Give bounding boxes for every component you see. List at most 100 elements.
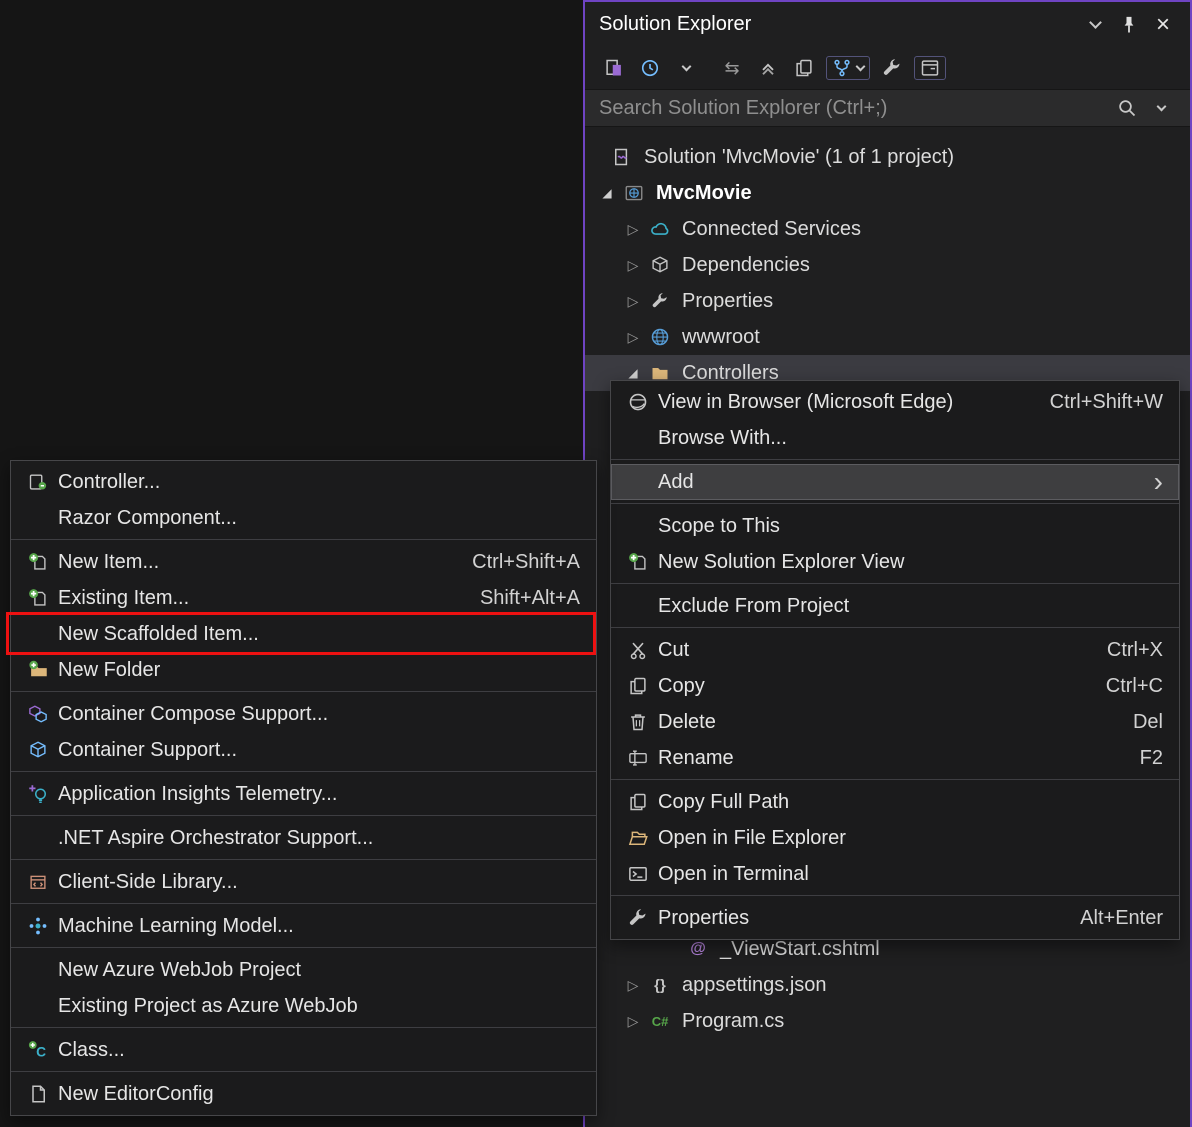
menu-item-open-in-file-explorer[interactable]: Open in File Explorer xyxy=(611,820,1179,856)
menu-item-label: Application Insights Telemetry... xyxy=(58,782,338,805)
tree-item-dependencies[interactable]: ▷ Dependencies xyxy=(585,247,1190,283)
menu-item-add[interactable]: Add › xyxy=(611,464,1179,500)
menu-separator xyxy=(611,583,1179,584)
preview-selected-group[interactable] xyxy=(914,56,946,80)
menu-separator xyxy=(11,815,596,816)
submenu-item-existing-project-as-azure-webjob[interactable]: Existing Project as Azure WebJob xyxy=(11,988,596,1024)
menu-item-shortcut: Del xyxy=(1132,710,1163,733)
menu-item-view-in-browser[interactable]: View in Browser (Microsoft Edge) Ctrl+Sh… xyxy=(611,384,1179,420)
window-position-button[interactable] xyxy=(1078,10,1112,40)
tree-item-label: Properties xyxy=(682,289,774,312)
menu-item-shortcut: Ctrl+X xyxy=(1106,638,1163,661)
cube-icon xyxy=(25,739,51,761)
controller-icon xyxy=(25,471,51,493)
icon-placeholder xyxy=(625,595,651,617)
document-icon xyxy=(25,1083,51,1105)
menu-item-label: Open in File Explorer xyxy=(658,826,846,849)
tree-item-label: Solution 'MvcMovie' (1 of 1 project) xyxy=(644,145,954,168)
search-input[interactable] xyxy=(599,96,1110,120)
expander-expanded-icon[interactable]: ◢ xyxy=(623,366,643,380)
menu-separator xyxy=(611,895,1179,896)
menu-item-label: New Azure WebJob Project xyxy=(58,958,302,981)
menu-item-new-solution-explorer-view[interactable]: New Solution Explorer View xyxy=(611,544,1179,580)
terminal-icon xyxy=(625,863,651,885)
menu-item-copy[interactable]: Copy Ctrl+C xyxy=(611,668,1179,704)
menu-item-shortcut: Alt+Enter xyxy=(1080,906,1163,929)
submenu-item-new-folder[interactable]: New Folder xyxy=(11,652,596,688)
collapse-all-button[interactable] xyxy=(751,53,785,83)
menu-separator xyxy=(611,779,1179,780)
menu-item-label: View in Browser (Microsoft Edge) xyxy=(658,390,954,413)
existing-item-icon xyxy=(25,587,51,609)
menu-item-delete[interactable]: Delete Del xyxy=(611,704,1179,740)
submenu-arrow-icon: › xyxy=(1153,466,1163,497)
search-options-dropdown[interactable] xyxy=(1144,93,1178,123)
submenu-item-aspire-orchestrator[interactable]: .NET Aspire Orchestrator Support... xyxy=(11,820,596,856)
submenu-item-existing-item[interactable]: Existing Item... Shift+Alt+A xyxy=(11,580,596,616)
expander-collapsed-icon[interactable]: ▷ xyxy=(623,977,643,994)
submenu-item-new-azure-webjob-project[interactable]: New Azure WebJob Project xyxy=(11,952,596,988)
menu-item-label: Container Compose Support... xyxy=(58,702,329,725)
file-nesting-group[interactable] xyxy=(826,56,870,80)
close-button[interactable]: × xyxy=(1146,10,1180,40)
expander-expanded-icon[interactable]: ◢ xyxy=(597,186,617,200)
csharp-file-icon: C# xyxy=(651,1013,669,1029)
solution-icon xyxy=(611,146,633,168)
switch-views-button[interactable] xyxy=(597,53,631,83)
search-button[interactable] xyxy=(1110,93,1144,123)
expander-collapsed-icon[interactable]: ▷ xyxy=(623,293,643,310)
submenu-item-new-scaffolded-item[interactable]: New Scaffolded Item... xyxy=(11,616,596,652)
svg-text:C: C xyxy=(36,1044,46,1059)
submenu-item-machine-learning-model[interactable]: Machine Learning Model... xyxy=(11,908,596,944)
properties-toolbar-button[interactable] xyxy=(875,53,909,83)
tree-item-program-cs[interactable]: ▷ C# Program.cs xyxy=(585,1003,1190,1039)
tree-item-solution[interactable]: Solution 'MvcMovie' (1 of 1 project) xyxy=(585,139,1190,175)
menu-item-exclude-from-project[interactable]: Exclude From Project xyxy=(611,588,1179,624)
menu-item-label: Controller... xyxy=(58,470,161,493)
expander-collapsed-icon[interactable]: ▷ xyxy=(623,257,643,274)
tree-item-connected-services[interactable]: ▷ Connected Services xyxy=(585,211,1190,247)
submenu-item-new-item[interactable]: New Item... Ctrl+Shift+A xyxy=(11,544,596,580)
copy-icon xyxy=(625,791,651,813)
show-all-files-button[interactable] xyxy=(787,53,821,83)
menu-item-label: Open in Terminal xyxy=(658,862,809,885)
menu-item-label: Add xyxy=(658,470,694,493)
submenu-item-client-side-library[interactable]: Client-Side Library... xyxy=(11,864,596,900)
back-forward-button[interactable]: ⇆ xyxy=(715,53,749,83)
submenu-item-new-editorconfig[interactable]: New EditorConfig xyxy=(11,1076,596,1112)
context-menu: View in Browser (Microsoft Edge) Ctrl+Sh… xyxy=(610,380,1180,940)
tree-item-label: appsettings.json xyxy=(682,973,827,996)
menu-item-copy-full-path[interactable]: Copy Full Path xyxy=(611,784,1179,820)
submenu-item-application-insights[interactable]: Application Insights Telemetry... xyxy=(11,776,596,812)
package-icon xyxy=(649,254,671,276)
menu-item-scope-to-this[interactable]: Scope to This xyxy=(611,508,1179,544)
tree-item-label: wwwroot xyxy=(682,325,760,348)
submenu-item-container-compose-support[interactable]: Container Compose Support... xyxy=(11,696,596,732)
menu-item-label: New Solution Explorer View xyxy=(658,550,905,573)
menu-item-open-in-terminal[interactable]: Open in Terminal xyxy=(611,856,1179,892)
menu-separator xyxy=(611,627,1179,628)
menu-item-label: Scope to This xyxy=(658,514,780,537)
expander-collapsed-icon[interactable]: ▷ xyxy=(623,221,643,238)
tree-item-properties[interactable]: ▷ Properties xyxy=(585,283,1190,319)
tree-item-appsettings[interactable]: ▷ {} appsettings.json xyxy=(585,967,1190,1003)
menu-item-cut[interactable]: Cut Ctrl+X xyxy=(611,632,1179,668)
submenu-item-class[interactable]: C Class... xyxy=(11,1032,596,1068)
submenu-item-razor-component[interactable]: Razor Component... xyxy=(11,500,596,536)
menu-item-browse-with[interactable]: Browse With... xyxy=(611,420,1179,456)
close-icon: × xyxy=(1155,10,1170,38)
expander-collapsed-icon[interactable]: ▷ xyxy=(623,329,643,346)
pending-changes-filter-button[interactable] xyxy=(633,53,667,83)
pin-button[interactable] xyxy=(1112,10,1146,40)
globe-icon xyxy=(649,326,671,348)
menu-item-label: .NET Aspire Orchestrator Support... xyxy=(58,826,374,849)
menu-item-properties[interactable]: Properties Alt+Enter xyxy=(611,900,1179,936)
tree-item-wwwroot[interactable]: ▷ wwwroot xyxy=(585,319,1190,355)
new-item-icon xyxy=(25,551,51,573)
tree-item-mvcmovie[interactable]: ◢ MvcMovie xyxy=(585,175,1190,211)
pending-changes-dropdown[interactable] xyxy=(669,53,703,83)
submenu-item-controller[interactable]: Controller... xyxy=(11,464,596,500)
expander-collapsed-icon[interactable]: ▷ xyxy=(623,1013,643,1030)
menu-item-rename[interactable]: Rename F2 xyxy=(611,740,1179,776)
submenu-item-container-support[interactable]: Container Support... xyxy=(11,732,596,768)
